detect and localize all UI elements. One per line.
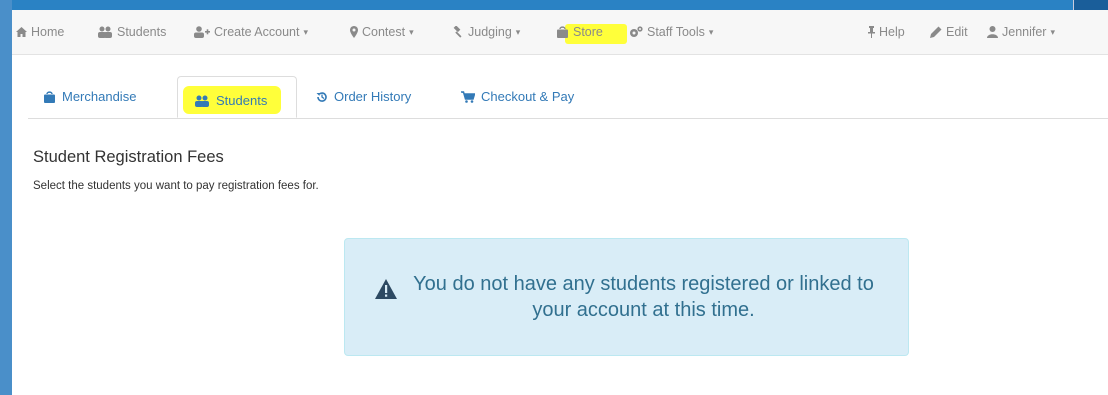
shopping-bag-icon (557, 26, 568, 38)
map-marker-icon (350, 26, 358, 38)
pushpin-icon (868, 26, 875, 38)
gavel-icon (453, 26, 462, 38)
history-icon (316, 91, 327, 102)
nav-help-label: Help (879, 25, 905, 39)
users-icon (98, 26, 112, 38)
alert-message: You do not have any students registered … (413, 273, 874, 321)
nav-home[interactable]: Home (16, 10, 64, 54)
nav-edit-label: Edit (946, 25, 968, 39)
tab-order-history[interactable]: Order History (316, 76, 411, 117)
nav-students-label: Students (117, 25, 167, 39)
cart-icon (461, 90, 475, 103)
tab-merchandise[interactable]: Merchandise (43, 76, 136, 117)
page-subtitle: Select the students you want to pay regi… (33, 180, 319, 192)
nav-staff-tools[interactable]: Staff Tools ▾ (629, 10, 713, 54)
nav-store-label: Store (573, 25, 603, 39)
user-plus-icon (194, 26, 210, 38)
nav-contest[interactable]: Contest ▾ (350, 10, 414, 54)
users-icon (195, 95, 209, 107)
nav-home-label: Home (31, 25, 65, 39)
nav-create-account[interactable]: Create Account ▾ (194, 10, 308, 54)
nav-store[interactable]: Store (556, 10, 603, 54)
pencil-icon (930, 26, 942, 38)
tab-checkout-label: Checkout & Pay (481, 89, 575, 104)
window-top-border (0, 0, 1108, 10)
chevron-down-icon: ▾ (515, 26, 521, 37)
warning-icon (374, 279, 397, 299)
nav-contest-label: Contest (362, 25, 406, 39)
nav-staff-tools-label: Staff Tools (647, 25, 705, 39)
chevron-down-icon: ▾ (708, 26, 714, 37)
page-title: Student Registration Fees (33, 148, 224, 166)
tab-students-content[interactable]: Students (194, 80, 267, 121)
nav-user-label: Jennifer (1002, 25, 1047, 39)
tab-order-history-label: Order History (334, 89, 412, 104)
window-left-border (0, 0, 12, 395)
nav-user-menu[interactable]: Jennifer ▾ (987, 10, 1055, 54)
chevron-down-icon: ▾ (409, 26, 414, 37)
info-alert: You do not have any students registered … (344, 238, 909, 356)
cogs-icon (630, 26, 643, 37)
home-icon (16, 27, 27, 37)
chevron-down-icon: ▾ (1050, 26, 1056, 37)
nav-create-account-label: Create Account (214, 25, 300, 39)
chevron-down-icon: ▾ (303, 26, 308, 37)
tab-students-label: Students (216, 93, 268, 108)
nav-students[interactable]: Students (97, 10, 166, 54)
nav-judging[interactable]: Judging ▾ (452, 10, 520, 54)
nav-help[interactable]: Help (868, 10, 905, 54)
shopping-bag-icon (44, 90, 55, 103)
nav-judging-label: Judging (468, 25, 512, 39)
nav-edit[interactable]: Edit (930, 10, 968, 54)
user-icon (987, 26, 998, 38)
tab-checkout[interactable]: Checkout & Pay (461, 76, 574, 117)
top-navbar: Home Students Create Account ▾ Contest ▾… (12, 10, 1108, 55)
tab-merchandise-label: Merchandise (62, 89, 137, 104)
